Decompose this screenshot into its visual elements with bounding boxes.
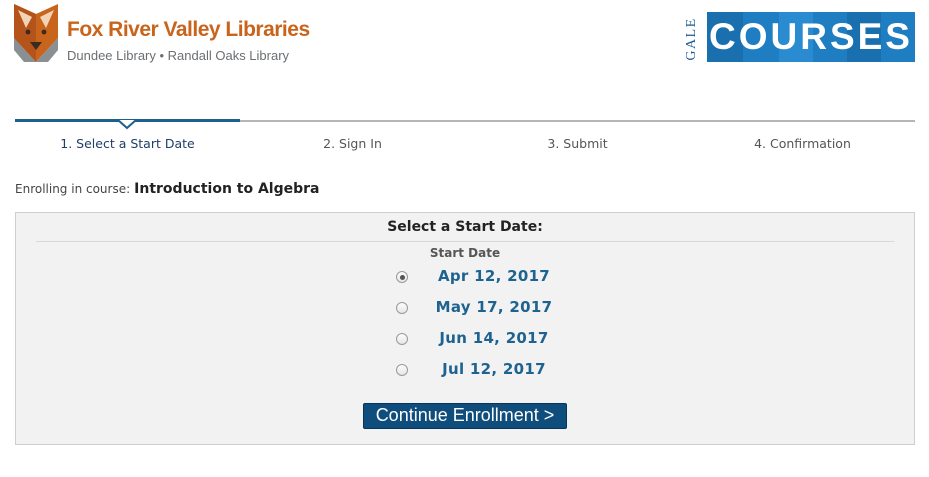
start-date-panel: Select a Start Date: Start Date Apr 12, … [15,212,915,445]
start-date-radio[interactable] [396,302,408,314]
start-date-label[interactable]: May 17, 2017 [422,298,566,316]
library-name: Fox River Valley Libraries [67,18,310,41]
panel-title: Select a Start Date: [387,219,543,235]
start-date-radio[interactable] [396,364,408,376]
gale-wordmark: GALE [684,17,699,61]
start-date-label[interactable]: Jul 12, 2017 [422,360,566,378]
gale-courses-logo[interactable]: GALE COURSES [682,8,916,66]
start-date-option[interactable]: Apr 12, 2017 [396,266,566,290]
step-sign-in: 2. Sign In [323,136,382,151]
library-branches: Dundee Library • Randall Oaks Library [67,48,290,63]
start-date-option[interactable]: Jun 14, 2017 [396,328,566,352]
start-date-radio[interactable] [396,271,408,283]
fox-logo-icon [14,4,58,62]
start-date-option[interactable]: May 17, 2017 [396,297,566,321]
courses-wordmark: COURSES [709,16,913,57]
step-submit: 3. Submit [547,136,608,151]
start-date-radio[interactable] [396,333,408,345]
enrolling-course-line: Enrolling in course: Introduction to Alge… [15,181,320,197]
start-date-option[interactable]: Jul 12, 2017 [396,359,566,383]
start-date-label[interactable]: Jun 14, 2017 [422,329,566,347]
start-date-label[interactable]: Apr 12, 2017 [422,267,566,285]
active-step-caret-icon [117,114,137,130]
step-confirmation: 4. Confirmation [754,136,851,151]
courses-banner: COURSES [707,12,915,62]
panel-divider [36,241,894,242]
course-name: Introduction to Algebra [134,181,320,197]
library-logo[interactable]: Fox River Valley Libraries Dundee Librar… [14,4,310,66]
start-date-column-header: Start Date [429,246,501,260]
enrolling-prefix: Enrolling in course: [15,182,131,196]
continue-enrollment-button[interactable]: Continue Enrollment > [363,403,567,429]
step-select-start-date: 1. Select a Start Date [60,136,195,151]
